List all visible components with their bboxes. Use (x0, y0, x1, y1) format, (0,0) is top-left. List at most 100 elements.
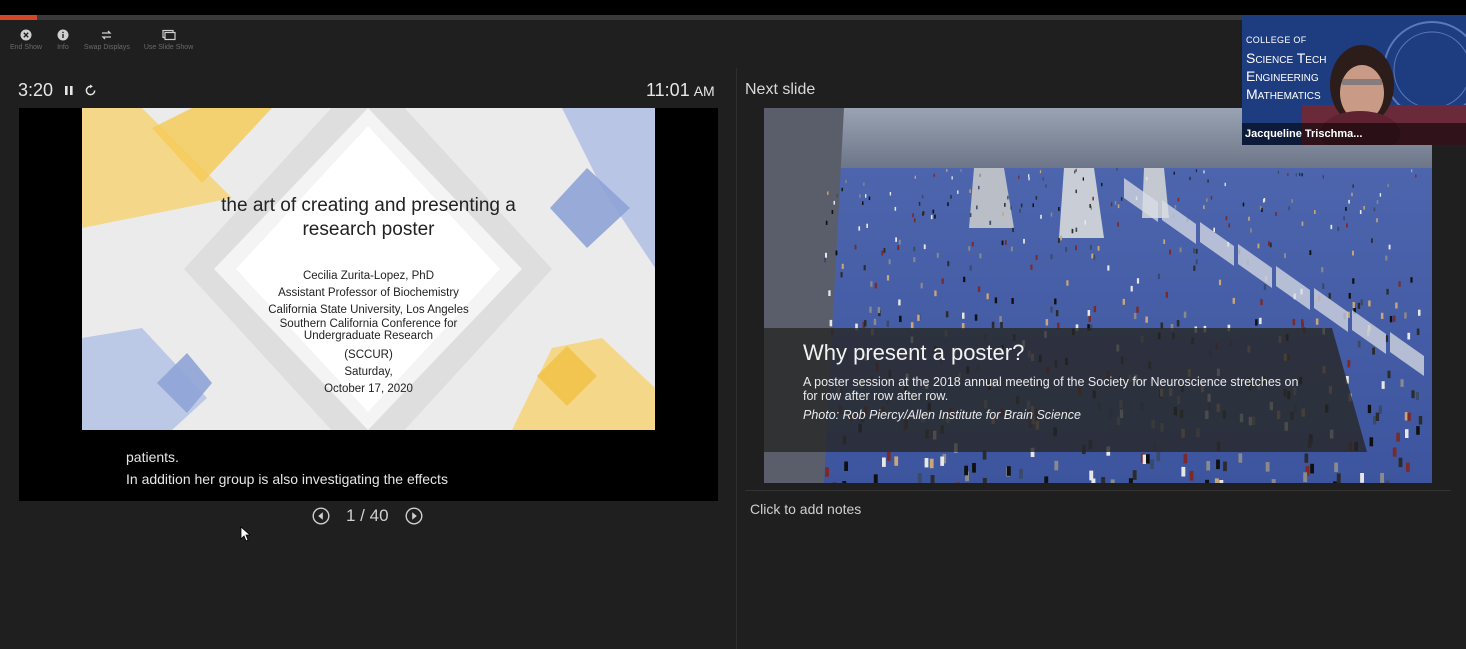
crowd-figure (882, 457, 886, 467)
end-show-button[interactable]: End Show (10, 28, 42, 56)
crowd-figure (1257, 243, 1260, 249)
crowd-figure (1260, 299, 1263, 305)
crowd-figure (1259, 206, 1262, 210)
crowd-figure (1373, 207, 1376, 212)
crowd-figure (1368, 300, 1371, 307)
current-time: 11:01 AM (646, 80, 715, 101)
crowd-figure (968, 246, 971, 251)
crowd-figure (971, 241, 974, 247)
crowd-figure (1385, 255, 1388, 261)
use-slide-show-button[interactable]: Use Slide Show (144, 28, 193, 56)
crowd-figure (1007, 195, 1009, 200)
participant-video[interactable]: COLLEGE OF Science Tech Engineering Math… (1242, 15, 1466, 145)
crowd-figure (883, 248, 886, 253)
mouse-pointer-icon (240, 526, 250, 542)
crowd-figure (1120, 197, 1123, 201)
crowd-figure (1232, 297, 1235, 304)
crowd-figure (1054, 298, 1057, 305)
crowd-figure (1132, 470, 1137, 480)
crowd-figure (889, 192, 892, 196)
crowd-figure (1379, 193, 1382, 197)
crowd-figure (1393, 315, 1396, 322)
crowd-figure (1206, 198, 1208, 202)
crowd-figure (1304, 453, 1309, 463)
crowd-figure (835, 250, 838, 256)
crowd-figure (863, 265, 866, 271)
crowd-figure (841, 187, 843, 192)
swap-displays-label: Swap Displays (83, 44, 130, 51)
crowd-figure (1039, 170, 1042, 174)
crowd-figure (1179, 247, 1182, 253)
crowd-figure (1195, 248, 1198, 254)
crowd-figure (1288, 206, 1290, 211)
crowd-figure (1385, 480, 1390, 483)
crowd-figure (1146, 177, 1148, 181)
crowd-figure (1122, 298, 1125, 305)
crowd-figure (1193, 248, 1195, 254)
next-slide-button[interactable] (405, 507, 423, 525)
crowd-figure (1213, 227, 1215, 232)
crowd-figure (1363, 205, 1365, 210)
pane-divider[interactable] (736, 68, 737, 649)
next-slide-preview[interactable]: Why present a poster? A poster session a… (764, 108, 1432, 483)
crowd-figure (1093, 254, 1096, 260)
crowd-figure (1065, 247, 1068, 252)
pause-timer-button[interactable] (63, 84, 75, 98)
slide-content: the art of creating and presenting a res… (82, 108, 655, 430)
crowd-figure (886, 275, 890, 281)
crowd-figure (886, 451, 891, 461)
logo-line: COLLEGE OF (1246, 35, 1307, 45)
crowd-figure (844, 461, 848, 471)
restart-timer-button[interactable] (85, 84, 97, 98)
crowd-figure (1248, 216, 1250, 221)
crowd-figure (1352, 184, 1354, 188)
crowd-figure (1348, 199, 1350, 204)
crowd-figure (1035, 196, 1038, 200)
crowd-figure (1084, 220, 1087, 225)
crowd-figure (1224, 182, 1226, 187)
crowd-figure (1114, 201, 1117, 205)
crowd-figure (1117, 204, 1120, 209)
crowd-figure (930, 475, 935, 483)
crowd-figure (979, 173, 981, 177)
crowd-figure (1176, 320, 1180, 327)
crowd-figure (940, 456, 945, 466)
crowd-figure (934, 290, 937, 297)
crowd-figure (1380, 473, 1384, 483)
crowd-figure (1398, 281, 1401, 287)
swap-displays-button[interactable]: Swap Displays (84, 28, 130, 56)
crowd-figure (1156, 451, 1161, 462)
info-button[interactable]: Info (56, 28, 70, 56)
crowd-figure (1082, 177, 1084, 181)
crowd-figure (841, 263, 844, 269)
page-indicator: 1 / 40 (346, 506, 389, 525)
crowd-figure (1165, 291, 1168, 298)
crowd-figure (1314, 210, 1316, 214)
crowd-figure (1360, 473, 1364, 483)
crowd-figure (1091, 253, 1094, 259)
crowd-figure (1110, 479, 1115, 483)
slide-line: Assistant Professor of Biochemistry (278, 287, 459, 299)
crowd-figure (868, 196, 871, 201)
crowd-figure (1207, 179, 1209, 183)
speaker-notes[interactable]: Click to add notes (750, 501, 861, 517)
crowd-figure (1284, 253, 1286, 259)
current-slide[interactable]: the art of creating and presenting a res… (82, 108, 655, 430)
crowd-figure (1050, 212, 1053, 217)
crowd-figure (1269, 242, 1272, 248)
crowd-figure (963, 276, 966, 283)
previous-slide-button[interactable] (312, 507, 330, 525)
crowd-figure (1195, 259, 1198, 265)
crowd-figure (1075, 189, 1077, 194)
crowd-figure (924, 458, 929, 468)
crowd-figure (1250, 228, 1252, 233)
crowd-figure (941, 278, 944, 284)
clock-ampm: AM (693, 83, 715, 99)
crowd-figure (1265, 462, 1270, 472)
crowd-figure (979, 253, 982, 259)
crowd-figure (886, 320, 890, 327)
crowd-figure (977, 286, 981, 292)
crowd-figure (1195, 169, 1197, 173)
crowd-figure (859, 194, 861, 198)
crowd-figure (1012, 227, 1014, 233)
